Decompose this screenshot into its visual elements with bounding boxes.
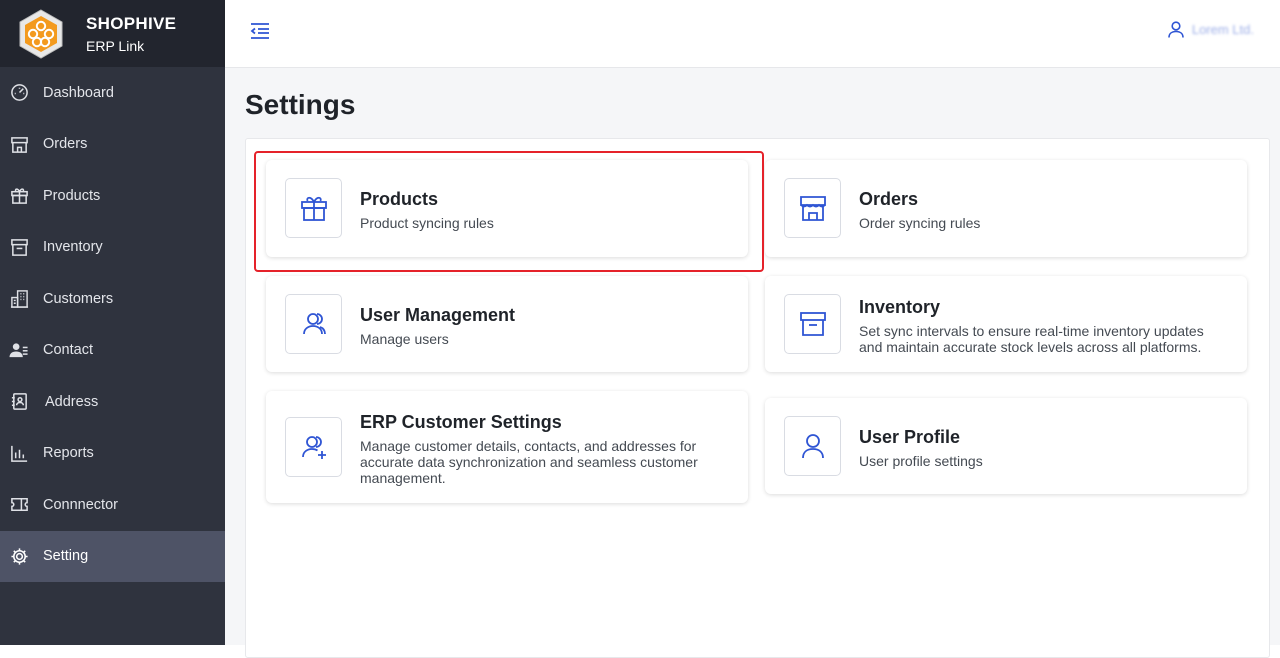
card-title: Orders (859, 189, 919, 209)
store-icon (9, 134, 29, 154)
contact-icon (9, 340, 29, 360)
gear-icon (9, 546, 29, 566)
settings-card-user-management[interactable]: User Management Manage users (266, 276, 748, 372)
sidebar-item-address[interactable]: Address (0, 376, 225, 428)
sidebar-item-customers[interactable]: Customers (0, 273, 225, 325)
sidebar-item-label: Orders (43, 136, 88, 153)
brand-name: SHOPHIVE (86, 13, 177, 33)
card-description: Manage customer details, contacts, and a… (360, 438, 698, 486)
sidebar-item-contact[interactable]: Contact (0, 325, 225, 377)
settings-card-products[interactable]: Products Product syncing rules (266, 160, 748, 257)
main-content: Settings Products Product syncing rules … (225, 68, 1280, 658)
sidebar: SHOPHIVE ERP Link Dashboard Orders Produ… (0, 0, 225, 645)
topbar: Lorem Ltd. (225, 0, 1280, 68)
archive-icon (784, 294, 841, 354)
card-title: User Profile (859, 427, 961, 447)
card-title: User Management (360, 305, 516, 325)
settings-card-erp-customer-settings[interactable]: ERP Customer Settings Manage customer de… (266, 391, 748, 503)
sidebar-item-label: Dashboard (43, 84, 114, 101)
sidebar-item-label: Address (45, 393, 99, 410)
address-book-icon (9, 392, 29, 412)
archive-icon (9, 237, 29, 257)
brand[interactable]: SHOPHIVE ERP Link (0, 0, 225, 67)
ticket-icon (9, 495, 29, 515)
sidebar-item-inventory[interactable]: Inventory (0, 222, 225, 274)
users-icon (285, 294, 342, 354)
dashboard-icon (9, 83, 29, 103)
buildings-icon (9, 289, 29, 309)
card-description: User profile settings (859, 453, 983, 469)
card-description: Order syncing rules (859, 215, 981, 231)
user-add-icon (285, 417, 342, 477)
sidebar-item-label: Connnector (43, 496, 118, 513)
settings-card-orders[interactable]: Orders Order syncing rules (765, 160, 1247, 257)
card-title: Inventory (859, 297, 941, 317)
settings-card-user-profile[interactable]: User Profile User profile settings (765, 398, 1247, 494)
settings-card-inventory[interactable]: Inventory Set sync intervals to ensure r… (765, 276, 1247, 372)
user-name: Lorem Ltd. (1191, 22, 1254, 37)
user-icon (784, 416, 841, 476)
gift-icon (9, 186, 29, 206)
user-icon (1168, 21, 1184, 38)
shophive-logo-icon (19, 8, 63, 59)
card-title: Products (360, 189, 439, 209)
sidebar-item-dashboard[interactable]: Dashboard (0, 67, 225, 119)
settings-panel: Products Product syncing rules Orders Or… (245, 138, 1270, 658)
sidebar-item-connector[interactable]: Connnector (0, 479, 225, 531)
sidebar-item-products[interactable]: Products (0, 170, 225, 222)
sidebar-item-setting[interactable]: Setting (0, 530, 225, 582)
menu-collapse-icon[interactable] (249, 20, 273, 42)
user-menu[interactable]: Lorem Ltd. (1168, 21, 1254, 38)
sidebar-item-label: Products (43, 187, 101, 204)
card-description: Product syncing rules (360, 215, 494, 231)
card-description: Set sync intervals to ensure real-time i… (859, 323, 1204, 355)
gift-icon (285, 178, 342, 238)
card-description: Manage users (360, 331, 449, 347)
sidebar-item-label: Contact (43, 342, 93, 359)
brand-subtitle: ERP Link (86, 37, 145, 54)
sidebar-item-label: Setting (43, 548, 89, 565)
sidebar-item-label: Inventory (43, 239, 103, 256)
store-icon (784, 178, 841, 238)
sidebar-item-label: Reports (43, 445, 94, 462)
sidebar-item-reports[interactable]: Reports (0, 428, 225, 480)
sidebar-item-orders[interactable]: Orders (0, 119, 225, 171)
page-title: Settings (245, 89, 356, 120)
bar-chart-icon (9, 443, 29, 463)
sidebar-item-label: Customers (43, 290, 114, 307)
sidebar-nav: Dashboard Orders Products Inventory Cust… (0, 67, 225, 582)
card-title: ERP Customer Settings (360, 412, 562, 432)
